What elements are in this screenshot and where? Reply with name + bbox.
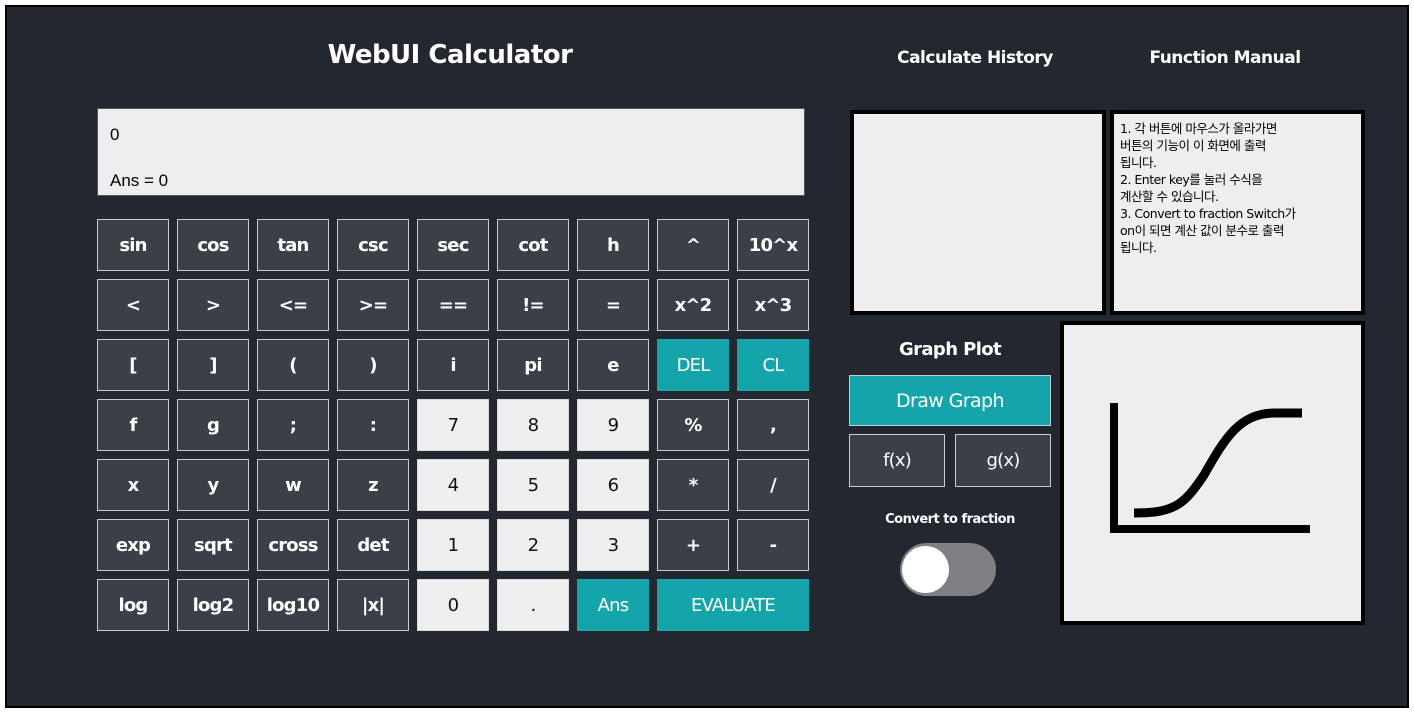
- key-x-button[interactable]: x: [97, 459, 169, 511]
- key-8-button[interactable]: 8: [497, 399, 569, 451]
- key-sym-1-3-button[interactable]: >=: [337, 279, 409, 331]
- graph-canvas: [1060, 321, 1365, 625]
- key-sym-5-8-button[interactable]: -: [737, 519, 809, 571]
- key-w-button[interactable]: w: [257, 459, 329, 511]
- key-h-button[interactable]: h: [577, 219, 649, 271]
- key-sym-1-2-button[interactable]: <=: [257, 279, 329, 331]
- key-del-button[interactable]: DEL: [657, 339, 729, 391]
- answer-text: Ans = 0: [110, 171, 169, 190]
- manual-panel: 1. 각 버튼에 마우스가 올라가면 버튼의 기능이 이 화면에 출력 됩니다.…: [1110, 110, 1365, 315]
- key-sec-button[interactable]: sec: [417, 219, 489, 271]
- key-x-button[interactable]: |x|: [337, 579, 409, 631]
- key-pi-button[interactable]: pi: [497, 339, 569, 391]
- key-f-button[interactable]: f: [97, 399, 169, 451]
- key-sym-4-8-button[interactable]: /: [737, 459, 809, 511]
- history-panel: [850, 110, 1106, 315]
- key-5-button[interactable]: 5: [497, 459, 569, 511]
- key-sin-button[interactable]: sin: [97, 219, 169, 271]
- key-2-button[interactable]: 2: [497, 519, 569, 571]
- key-exp-button[interactable]: exp: [97, 519, 169, 571]
- key-sym-2-0-button[interactable]: [: [97, 339, 169, 391]
- key-sym-5-7-button[interactable]: +: [657, 519, 729, 571]
- key-log10-button[interactable]: log10: [257, 579, 329, 631]
- key-sym-3-8-button[interactable]: ,: [737, 399, 809, 451]
- key-tan-button[interactable]: tan: [257, 219, 329, 271]
- key-1-button[interactable]: 1: [417, 519, 489, 571]
- key-4-button[interactable]: 4: [417, 459, 489, 511]
- key-0-button[interactable]: 0: [417, 579, 489, 631]
- key-sym-0-7-button[interactable]: ^: [657, 219, 729, 271]
- key-3-button[interactable]: 3: [577, 519, 649, 571]
- manual-title: Function Manual: [1149, 48, 1301, 68]
- key-9-button[interactable]: 9: [577, 399, 649, 451]
- draw-graph-button[interactable]: Draw Graph: [849, 375, 1051, 426]
- key-sym-3-7-button[interactable]: %: [657, 399, 729, 451]
- f-x-button[interactable]: f(x): [849, 434, 945, 487]
- key-sym-1-4-button[interactable]: ==: [417, 279, 489, 331]
- app-title: WebUI Calculator: [327, 40, 573, 70]
- key-z-button[interactable]: z: [337, 459, 409, 511]
- key-cross-button[interactable]: cross: [257, 519, 329, 571]
- key-sym-3-2-button[interactable]: ;: [257, 399, 329, 451]
- key-sqrt-button[interactable]: sqrt: [177, 519, 249, 571]
- key-csc-button[interactable]: csc: [337, 219, 409, 271]
- key-e-button[interactable]: e: [577, 339, 649, 391]
- key-i-button[interactable]: i: [417, 339, 489, 391]
- key-log2-button[interactable]: log2: [177, 579, 249, 631]
- key-sym-2-2-button[interactable]: (: [257, 339, 329, 391]
- key-sym-1-0-button[interactable]: <: [97, 279, 169, 331]
- key-sym-2-1-button[interactable]: ]: [177, 339, 249, 391]
- key-sym-4-7-button[interactable]: *: [657, 459, 729, 511]
- expression-text: 0: [110, 125, 120, 144]
- key-evaluate-button[interactable]: EVALUATE: [657, 579, 809, 631]
- key-6-button[interactable]: 6: [577, 459, 649, 511]
- toggle-knob: [902, 546, 949, 593]
- calculator-display[interactable]: 0 Ans = 0: [97, 108, 805, 196]
- key-cl-button[interactable]: CL: [737, 339, 809, 391]
- key-cos-button[interactable]: cos: [177, 219, 249, 271]
- key-log-button[interactable]: log: [97, 579, 169, 631]
- key-cot-button[interactable]: cot: [497, 219, 569, 271]
- key-ans-button[interactable]: Ans: [577, 579, 649, 631]
- key-sym-1-6-button[interactable]: =: [577, 279, 649, 331]
- convert-fraction-toggle[interactable]: [900, 543, 996, 596]
- g-x-button[interactable]: g(x): [955, 434, 1051, 487]
- key-sym-6-5-button[interactable]: .: [497, 579, 569, 631]
- graph-plot-title: Graph Plot: [898, 339, 1002, 360]
- history-title: Calculate History: [897, 48, 1053, 68]
- key-g-button[interactable]: g: [177, 399, 249, 451]
- key-sym-3-3-button[interactable]: :: [337, 399, 409, 451]
- key-10-x-button[interactable]: 10^x: [737, 219, 809, 271]
- key-sym-1-1-button[interactable]: >: [177, 279, 249, 331]
- convert-fraction-label: Convert to fraction: [885, 512, 1015, 527]
- key-sym-2-3-button[interactable]: ): [337, 339, 409, 391]
- key-x-2-button[interactable]: x^2: [657, 279, 729, 331]
- sigmoid-graph-icon: [1110, 403, 1310, 533]
- key-7-button[interactable]: 7: [417, 399, 489, 451]
- key-det-button[interactable]: det: [337, 519, 409, 571]
- key-x-3-button[interactable]: x^3: [737, 279, 809, 331]
- key-y-button[interactable]: y: [177, 459, 249, 511]
- key-sym-1-5-button[interactable]: !=: [497, 279, 569, 331]
